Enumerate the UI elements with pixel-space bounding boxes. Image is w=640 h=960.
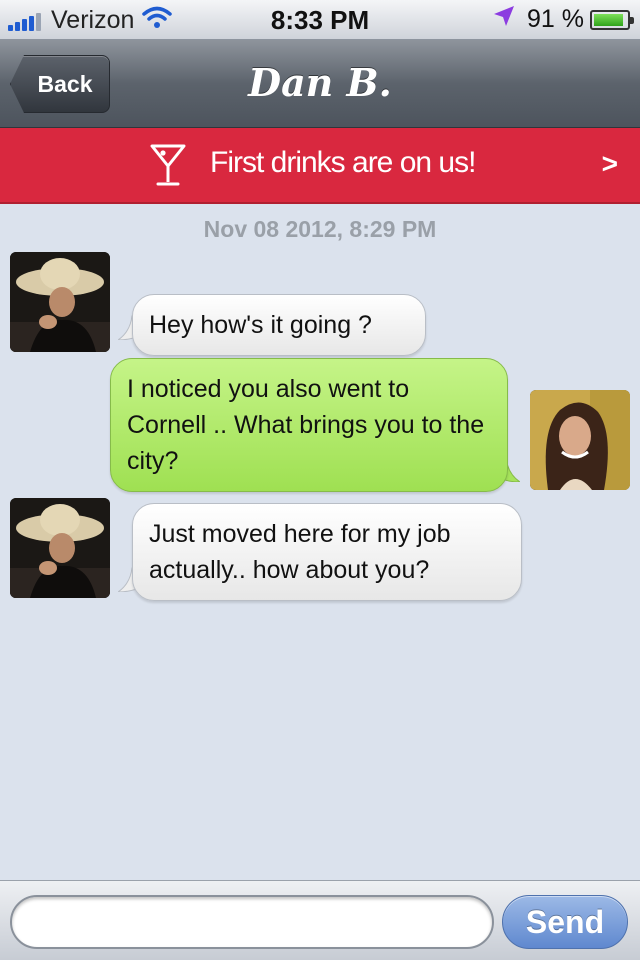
message-text: Just moved here for my job actually.. ho… (149, 520, 451, 584)
navigation-bar: Back Dan B. (0, 40, 640, 128)
message-bubble-outgoing[interactable]: I noticed you also went to Cornell .. Wh… (110, 358, 508, 492)
status-right: 91 % (493, 5, 634, 34)
status-bar: Verizon 8:33 PM 91 % (0, 0, 640, 40)
chevron-right-icon: > (601, 148, 618, 179)
avatar-contact[interactable] (10, 498, 110, 598)
message-timestamp: Nov 08 2012, 8:29 PM (203, 216, 437, 242)
message-bubble-incoming[interactable]: Just moved here for my job actually.. ho… (132, 503, 522, 601)
send-button[interactable]: Send (502, 895, 628, 949)
cocktail-glass-icon (148, 142, 188, 193)
avatar-self[interactable] (530, 390, 630, 490)
promo-text: First drinks are on us! (210, 146, 476, 179)
message-text: Hey how's it going ? (149, 311, 372, 339)
message-input[interactable] (10, 895, 494, 949)
avatar-contact[interactable] (10, 252, 110, 352)
message-composer: Send (0, 880, 640, 960)
battery-icon (590, 9, 634, 30)
battery-level (594, 13, 624, 26)
message-bubble-incoming[interactable]: Hey how's it going ? (132, 294, 426, 356)
message-text: I noticed you also went to Cornell .. Wh… (127, 375, 485, 475)
location-icon (493, 5, 515, 34)
page-title: Dan B. (248, 60, 392, 105)
battery-percent: 91 % (527, 5, 584, 33)
promo-banner[interactable]: First drinks are on us! > (0, 128, 640, 204)
